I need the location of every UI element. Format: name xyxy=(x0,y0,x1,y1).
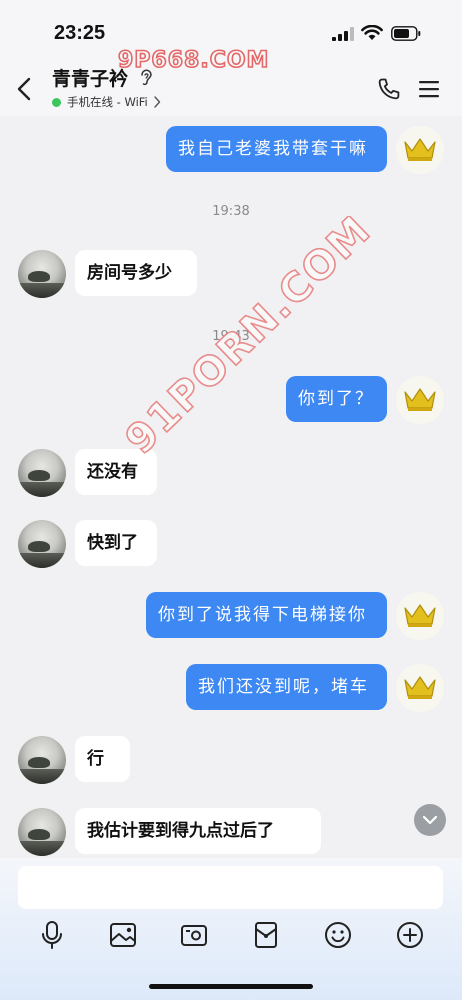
message-bubble-outgoing[interactable]: 我自己老婆我带套干嘛 xyxy=(166,126,387,172)
message-list[interactable]: 我自己老婆我带套干嘛 19:38 房间号多少 19:43 你到了？ 还没有 快到… xyxy=(0,116,462,858)
camera-button[interactable] xyxy=(179,920,209,950)
online-status-text: 手机在线 - WiFi xyxy=(67,95,148,109)
contact-avatar[interactable] xyxy=(18,736,66,784)
battery-icon xyxy=(391,26,421,41)
red-packet-button[interactable] xyxy=(251,920,281,950)
camera-icon xyxy=(181,925,207,946)
scroll-to-bottom-button[interactable] xyxy=(414,804,446,836)
self-avatar[interactable] xyxy=(396,376,444,424)
message-bubble-incoming[interactable]: 我估计要到得九点过后了 xyxy=(75,808,321,854)
input-area xyxy=(0,858,462,1000)
more-button[interactable] xyxy=(395,920,425,950)
chat-header: 23:25 青青子衿 手机在线 - WiFi 9P668.COM xyxy=(0,0,462,116)
contact-name[interactable]: 青青子衿 xyxy=(52,64,128,91)
message-bubble-incoming[interactable]: 行 xyxy=(75,736,130,782)
crown-icon xyxy=(404,138,436,161)
emoji-icon xyxy=(325,922,351,948)
home-indicator xyxy=(149,984,313,989)
crown-icon xyxy=(404,388,436,411)
watermark-diagonal-text: 91PORN.COM xyxy=(117,216,380,463)
back-button[interactable] xyxy=(14,76,36,102)
plus-icon xyxy=(397,922,423,948)
online-status[interactable]: 手机在线 - WiFi xyxy=(52,94,161,110)
message-input[interactable] xyxy=(18,866,443,909)
online-dot xyxy=(52,97,61,107)
wifi-icon xyxy=(361,25,383,40)
image-button[interactable] xyxy=(108,920,138,950)
contact-avatar[interactable] xyxy=(18,449,66,497)
self-avatar[interactable] xyxy=(396,664,444,712)
self-avatar[interactable] xyxy=(396,592,444,640)
contact-avatar[interactable] xyxy=(18,250,66,298)
contact-avatar[interactable] xyxy=(18,808,66,856)
message-bubble-outgoing[interactable]: 你到了说我得下电梯接你 xyxy=(146,592,387,638)
microphone-icon xyxy=(42,921,62,949)
menu-icon[interactable] xyxy=(418,79,440,99)
status-time: 23:25 xyxy=(54,22,106,44)
red-packet-icon xyxy=(255,922,277,948)
crown-icon xyxy=(404,676,436,699)
contact-avatar[interactable] xyxy=(18,520,66,568)
watermark-diagonal: 91PORN.COM xyxy=(116,216,381,464)
chevron-down-icon xyxy=(422,815,438,825)
self-avatar[interactable] xyxy=(396,126,444,174)
phone-call-button[interactable] xyxy=(377,77,401,101)
message-bubble-outgoing[interactable]: 我们还没到呢，堵车 xyxy=(186,664,387,710)
cellular-signal-icon xyxy=(332,27,354,41)
voice-button[interactable] xyxy=(37,920,67,950)
emoji-button[interactable] xyxy=(323,920,353,950)
chevron-right-icon xyxy=(154,96,160,108)
watermark-top: 9P668.COM xyxy=(117,47,270,74)
message-bubble-incoming[interactable]: 快到了 xyxy=(75,520,157,566)
crown-icon xyxy=(404,604,436,627)
image-icon xyxy=(110,923,136,947)
